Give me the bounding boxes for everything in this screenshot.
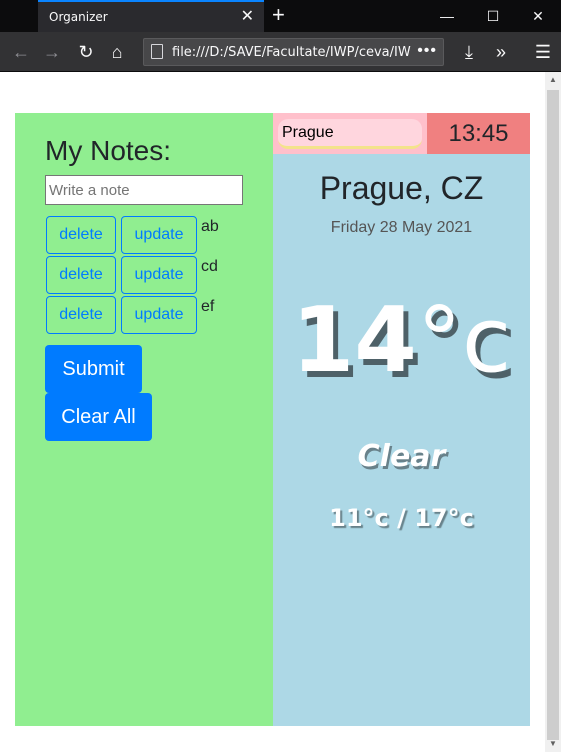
- back-arrow-icon[interactable]: ←: [10, 41, 32, 63]
- notes-title: My Notes:: [45, 135, 172, 166]
- home-icon[interactable]: ⌂: [106, 41, 128, 63]
- temperature-unit: °c: [416, 288, 512, 393]
- page-icon: [151, 44, 163, 59]
- navigation-bar: ← → ↻ ⌂ file:///D:/SAVE/Facultate/IWP/ce…: [0, 32, 561, 72]
- weather-condition: Clear: [357, 439, 446, 474]
- close-icon[interactable]: ✕: [241, 8, 254, 26]
- temperature: 14°c: [273, 291, 530, 391]
- maximize-icon[interactable]: ☐: [470, 0, 516, 32]
- city-search-box: [273, 113, 427, 154]
- hamburger-menu-icon[interactable]: ☰: [532, 41, 554, 63]
- note-text: ab: [201, 218, 219, 235]
- update-button[interactable]: update: [121, 256, 197, 294]
- page-viewport: My Notes: delete update ab delete update…: [0, 72, 545, 752]
- forward-arrow-icon[interactable]: →: [41, 41, 63, 63]
- scroll-up-icon[interactable]: ▲: [549, 76, 557, 84]
- clock: 13:45: [427, 113, 530, 154]
- url-bar[interactable]: file:///D:/SAVE/Facultate/IWP/ceva/IWP •…: [143, 38, 444, 66]
- browser-tab[interactable]: Organizer ✕: [38, 0, 264, 32]
- note-input[interactable]: [45, 175, 243, 205]
- weather-panel: 13:45 Prague, CZ Friday 28 May 2021 14°c…: [273, 113, 530, 726]
- city-search-input[interactable]: [278, 119, 422, 149]
- minimize-icon[interactable]: —: [424, 0, 470, 32]
- delete-button[interactable]: delete: [46, 216, 116, 254]
- tab-bar: Organizer ✕ + — ☐ ✕: [0, 0, 561, 32]
- location-name: Prague, CZ: [319, 170, 484, 206]
- reload-icon[interactable]: ↻: [75, 41, 97, 63]
- clear-all-button[interactable]: Clear All: [45, 393, 152, 441]
- update-button[interactable]: update: [121, 216, 197, 254]
- window-close-icon[interactable]: ✕: [515, 0, 561, 32]
- scroll-down-icon[interactable]: ▼: [549, 740, 557, 748]
- download-icon[interactable]: ⤓: [458, 41, 480, 63]
- notes-panel: My Notes: delete update ab delete update…: [15, 113, 273, 726]
- delete-button[interactable]: delete: [46, 296, 116, 334]
- tab-title: Organizer: [49, 10, 108, 24]
- temperature-value: 14: [291, 288, 417, 393]
- url-text[interactable]: file:///D:/SAVE/Facultate/IWP/ceva/IWP: [172, 45, 412, 60]
- plus-icon[interactable]: +: [272, 3, 285, 27]
- note-item: delete update ab: [46, 216, 266, 254]
- note-item: delete update ef: [46, 296, 266, 334]
- delete-button[interactable]: delete: [46, 256, 116, 294]
- more-icon[interactable]: •••: [417, 42, 437, 60]
- submit-button[interactable]: Submit: [45, 345, 142, 393]
- scroll-thumb[interactable]: [547, 90, 559, 740]
- overflow-icon[interactable]: »: [490, 41, 512, 63]
- note-text: cd: [201, 258, 218, 275]
- note-text: ef: [201, 298, 215, 315]
- temperature-range: 11°c / 17°c: [329, 504, 474, 532]
- scrollbar[interactable]: ▲ ▼: [545, 72, 561, 752]
- update-button[interactable]: update: [121, 296, 197, 334]
- note-item: delete update cd: [46, 256, 266, 294]
- current-date: Friday 28 May 2021: [330, 219, 473, 236]
